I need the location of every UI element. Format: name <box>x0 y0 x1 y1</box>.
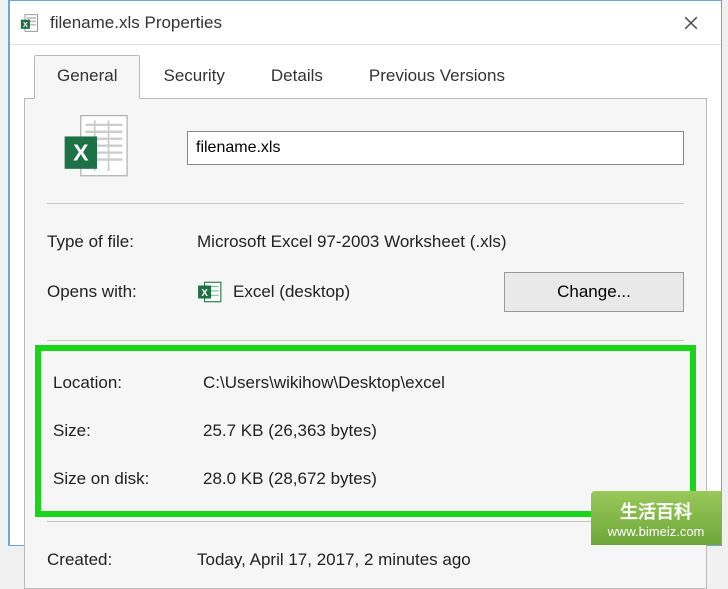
file-header-row: X <box>25 99 706 201</box>
tab-previous-versions[interactable]: Previous Versions <box>346 55 528 99</box>
size-on-disk-row: Size on disk: 28.0 KB (28,672 bytes) <box>47 455 684 503</box>
tab-general[interactable]: General <box>34 55 140 99</box>
tabs-bar: General Security Details Previous Versio… <box>10 45 721 98</box>
watermark-text-top: 生活百科 <box>620 498 692 524</box>
svg-text:X: X <box>201 288 208 299</box>
excel-app-icon: X <box>197 279 223 305</box>
type-of-file-row: Type of file: Microsoft Excel 97-2003 Wo… <box>47 222 684 262</box>
opens-with-value: Excel (desktop) <box>233 282 350 302</box>
excel-file-large-icon: X <box>47 113 147 183</box>
created-label: Created: <box>47 550 197 570</box>
tab-security[interactable]: Security <box>140 55 247 99</box>
type-of-file-value: Microsoft Excel 97-2003 Worksheet (.xls) <box>197 232 684 252</box>
close-button[interactable] <box>671 5 711 41</box>
divider <box>47 203 684 204</box>
size-on-disk-value: 28.0 KB (28,672 bytes) <box>203 469 678 489</box>
created-value: Today, April 17, 2017, 2 minutes ago <box>197 550 684 570</box>
opens-with-row: Opens with: X Excel (desktop) Change... <box>47 262 684 322</box>
watermark-text-url: www.bimeiz.com <box>608 524 705 539</box>
size-on-disk-label: Size on disk: <box>53 469 203 489</box>
location-row: Location: C:\Users\wikihow\Desktop\excel <box>47 359 684 407</box>
excel-file-icon: X <box>20 13 40 33</box>
titlebar: X filename.xls Properties <box>10 1 721 45</box>
size-label: Size: <box>53 421 203 441</box>
divider <box>47 521 684 522</box>
window-title: filename.xls Properties <box>50 13 671 33</box>
size-value: 25.7 KB (26,363 bytes) <box>203 421 678 441</box>
watermark-badge: 生活百科 www.bimeiz.com <box>591 491 721 545</box>
location-value: C:\Users\wikihow\Desktop\excel <box>203 373 678 393</box>
filename-input[interactable] <box>187 131 684 165</box>
location-label: Location: <box>53 373 203 393</box>
divider <box>47 340 684 341</box>
type-section: Type of file: Microsoft Excel 97-2003 Wo… <box>25 206 706 338</box>
tab-details[interactable]: Details <box>248 55 346 99</box>
properties-dialog: X filename.xls Properties General Securi… <box>8 0 722 546</box>
svg-text:X: X <box>73 140 89 166</box>
size-row: Size: 25.7 KB (26,363 bytes) <box>47 407 684 455</box>
created-row: Created: Today, April 17, 2017, 2 minute… <box>47 540 684 580</box>
svg-text:X: X <box>23 20 28 29</box>
type-of-file-label: Type of file: <box>47 232 197 252</box>
opens-with-label: Opens with: <box>47 282 197 302</box>
change-button[interactable]: Change... <box>504 272 684 312</box>
